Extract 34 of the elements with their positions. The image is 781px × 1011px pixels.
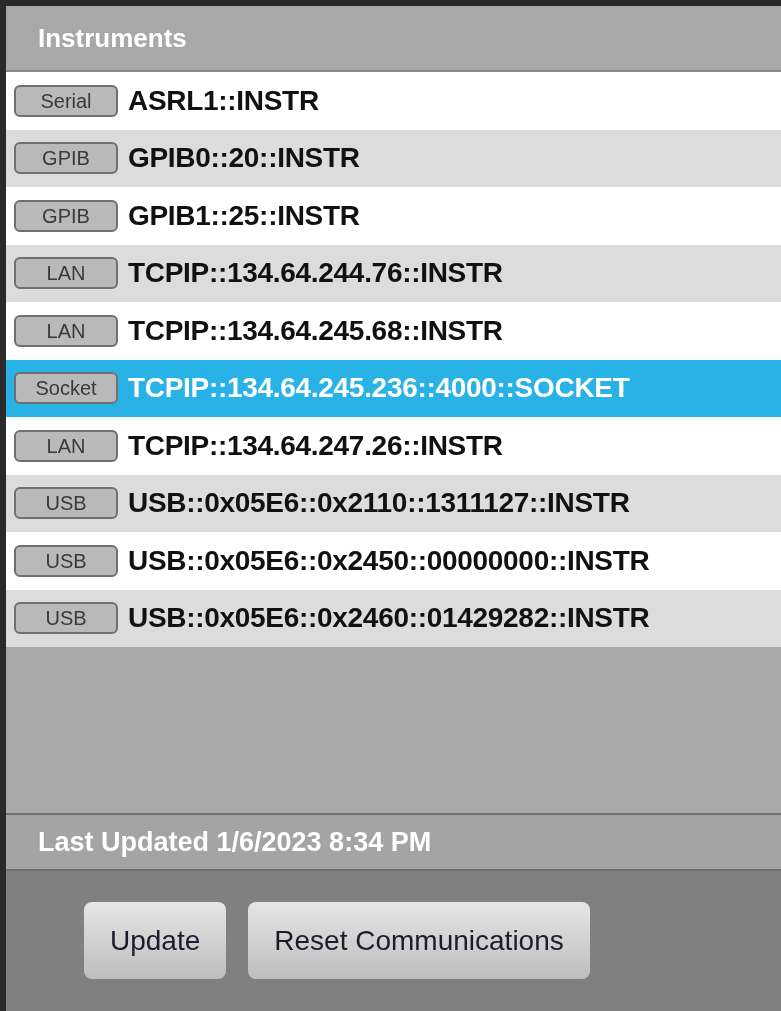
instrument-row[interactable]: USB USB::0x05E6::0x2110::1311127::INSTR [6,474,781,532]
instrument-address: USB::0x05E6::0x2450::00000000::INSTR [128,543,650,578]
instrument-row[interactable]: GPIB GPIB1::25::INSTR [6,187,781,245]
interface-tag: LAN [14,314,118,347]
instrument-address: TCPIP::134.64.245.68::INSTR [128,313,503,348]
instrument-row[interactable]: USB USB::0x05E6::0x2450::00000000::INSTR [6,532,781,590]
interface-tag: LAN [14,429,118,462]
instrument-row[interactable]: GPIB GPIB0::20::INSTR [6,129,781,187]
instrument-address: GPIB1::25::INSTR [128,198,360,233]
instrument-row[interactable]: Serial ASRL1::INSTR [6,72,781,130]
interface-tag: GPIB [14,199,118,232]
instrument-address: TCPIP::134.64.247.26::INSTR [128,428,503,463]
instrument-address: TCPIP::134.64.244.76::INSTR [128,256,503,291]
instrument-row[interactable]: Socket TCPIP::134.64.245.236::4000::SOCKET [6,359,781,417]
instrument-address: USB::0x05E6::0x2110::1311127::INSTR [128,486,630,521]
instrument-address: ASRL1::INSTR [128,83,319,118]
last-updated-text: Last Updated 1/6/2023 8:34 PM [38,825,432,859]
interface-tag: LAN [14,257,118,290]
interface-tag: Socket [14,372,118,405]
instrument-address: USB::0x05E6::0x2460::01429282::INSTR [128,601,650,636]
interface-tag: Serial [14,84,118,117]
interface-tag: USB [14,544,118,577]
instrument-row[interactable]: LAN TCPIP::134.64.245.68::INSTR [6,302,781,360]
instrument-row[interactable]: LAN TCPIP::134.64.247.26::INSTR [6,417,781,475]
instrument-address: TCPIP::134.64.245.236::4000::SOCKET [128,371,630,406]
reset-communications-button[interactable]: Reset Communications [248,902,590,979]
update-button[interactable]: Update [84,902,227,979]
interface-tag: USB [14,602,118,635]
instrument-row[interactable]: LAN TCPIP::134.64.244.76::INSTR [6,244,781,302]
instrument-address: GPIB0::20::INSTR [128,141,360,176]
instrument-row[interactable]: USB USB::0x05E6::0x2460::01429282::INSTR [6,589,781,647]
panel-title: Instruments [38,21,187,55]
interface-tag: GPIB [14,142,118,175]
interface-tag: USB [14,487,118,520]
